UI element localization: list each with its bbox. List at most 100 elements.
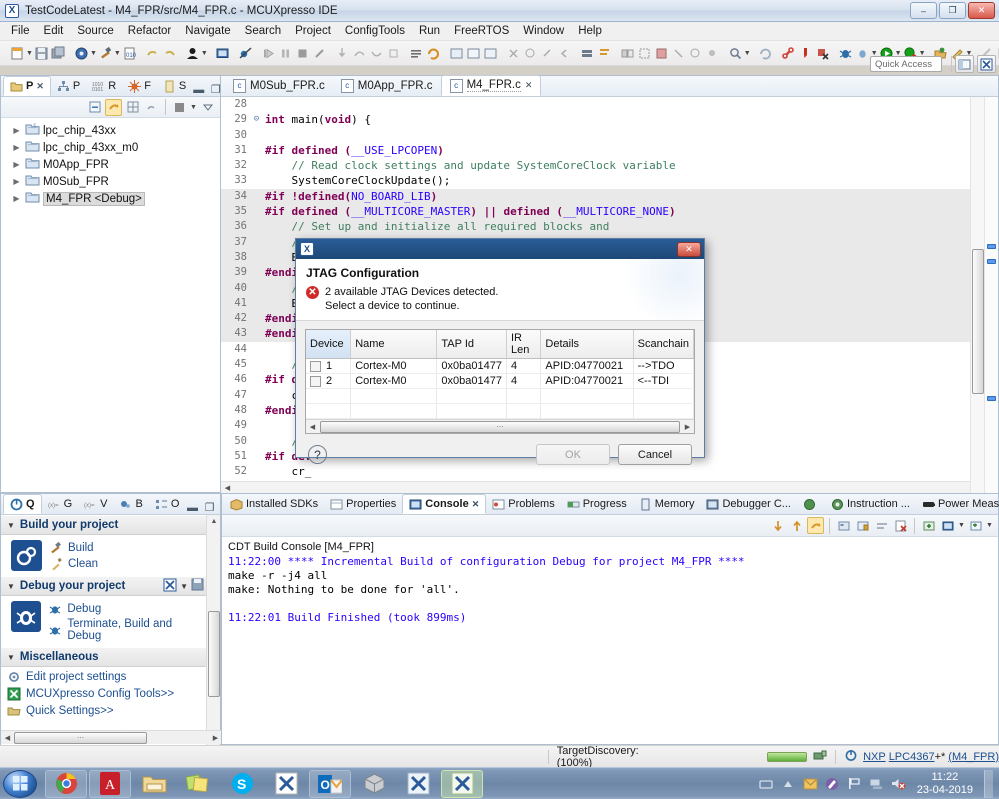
open-perspective-button[interactable] bbox=[955, 55, 974, 73]
code-line[interactable]: 31 #if defined (__USE_LPCOPEN) bbox=[221, 143, 998, 158]
clear-console-icon[interactable] bbox=[835, 517, 852, 534]
row-checkbox[interactable] bbox=[310, 360, 321, 372]
cell-device[interactable]: 2 bbox=[306, 373, 352, 389]
menu-refactor[interactable]: Refactor bbox=[121, 23, 178, 39]
chevron-right-icon[interactable]: ▶ bbox=[11, 143, 22, 152]
taskbar-mcuxpresso-window-icon[interactable] bbox=[397, 770, 439, 798]
tray-network-icon[interactable] bbox=[869, 776, 884, 791]
scroll-left-icon[interactable]: ◀ bbox=[306, 421, 319, 433]
scroll-down-arrow-icon[interactable] bbox=[769, 517, 786, 534]
power-icon[interactable] bbox=[844, 748, 858, 765]
menu-configtools[interactable]: ConfigTools bbox=[338, 23, 412, 39]
scrollbar-thumb[interactable] bbox=[972, 249, 984, 394]
build-status-icon[interactable] bbox=[813, 749, 827, 765]
quickstart-link-quick-settings[interactable]: Quick Settings>> bbox=[7, 704, 206, 718]
quickstart-link-clean[interactable]: Clean bbox=[49, 557, 98, 571]
quickstart-link-terminate-build-debug[interactable]: Terminate, Build and Debug bbox=[48, 618, 206, 642]
taskbar-3d-viewer-icon[interactable] bbox=[353, 770, 395, 798]
tab-memory[interactable]: Memory bbox=[633, 494, 701, 514]
menu-run[interactable]: Run bbox=[412, 23, 447, 39]
code-line[interactable]: 32 // Read clock settings and update Sys… bbox=[221, 158, 998, 173]
table-horizontal-scrollbar[interactable]: ◀ ⋯ ▶ bbox=[306, 419, 694, 433]
close-icon[interactable]: ✕ bbox=[472, 499, 480, 510]
taskbar-outlook-icon[interactable]: O bbox=[309, 769, 351, 798]
tab-debugger-console[interactable]: Debugger C... bbox=[700, 494, 796, 514]
chevron-down-icon[interactable]: ▼ bbox=[7, 653, 15, 662]
code-line[interactable]: 29 ⊝ int main(void) { bbox=[221, 112, 998, 127]
annotation-marker[interactable] bbox=[987, 259, 996, 264]
menu-source[interactable]: Source bbox=[70, 23, 120, 39]
minimize-button[interactable]: – bbox=[910, 2, 937, 19]
annotation-marker[interactable] bbox=[987, 244, 996, 249]
close-icon[interactable]: ✕ bbox=[525, 80, 533, 91]
column-header-tap-id[interactable]: TAP Id bbox=[436, 330, 507, 359]
tree-item-m0sub-fpr[interactable]: ▶ M0Sub_FPR bbox=[3, 173, 220, 190]
editor-tab-m4-fpr-c[interactable]: c M4_FPR.c ✕ bbox=[440, 75, 542, 96]
menu-search[interactable]: Search bbox=[238, 23, 288, 39]
code-line[interactable]: 52 cr_ bbox=[221, 464, 998, 479]
tab-console[interactable]: Console ✕ bbox=[402, 494, 487, 514]
quickstart-vertical-scrollbar[interactable]: ▲ ▼ bbox=[206, 515, 220, 746]
quickstart-link-debug[interactable]: Debug bbox=[48, 602, 206, 616]
minimize-view-icon[interactable]: ▬ bbox=[192, 83, 205, 96]
view-menu-icon[interactable] bbox=[199, 99, 216, 116]
quickstart-section-header-debug[interactable]: ▼ Debug your project ▼ bbox=[1, 576, 206, 596]
tab-registers[interactable]: 1010 0101 R bbox=[86, 76, 122, 96]
save-launch-icon[interactable] bbox=[191, 578, 204, 594]
tree-item-m4-fpr[interactable]: ▶ M4_FPR <Debug> bbox=[3, 190, 220, 207]
show-desktop-button[interactable] bbox=[984, 769, 993, 798]
tab-power-measurement[interactable]: Power Meas... bbox=[916, 494, 999, 514]
minimize-view-icon[interactable]: ▬ bbox=[186, 501, 199, 514]
quickstart-link-config-tools[interactable]: MCUXpresso Config Tools>> bbox=[7, 687, 206, 701]
tray-flag-icon[interactable] bbox=[847, 776, 862, 791]
quick-access-input[interactable]: Quick Access bbox=[870, 56, 942, 72]
chevron-down-icon[interactable]: ▼ bbox=[180, 582, 188, 591]
code-line[interactable]: 35 #if defined (__MULTICORE_MASTER) || de… bbox=[221, 204, 998, 220]
column-header-scanchain[interactable]: Scanchain bbox=[633, 330, 695, 359]
column-header-device[interactable]: Device bbox=[306, 330, 352, 359]
tab-outline[interactable]: O bbox=[149, 494, 186, 514]
taskbar-sticky-notes-icon[interactable] bbox=[177, 770, 219, 798]
tab-symbol-viewer[interactable]: S bbox=[157, 76, 192, 96]
taskbar-clock[interactable]: 11:22 23-04-2019 bbox=[917, 771, 973, 797]
close-icon[interactable]: ✕ bbox=[36, 81, 44, 92]
taskbar-chrome-icon[interactable] bbox=[45, 769, 87, 798]
column-header-ir-len[interactable]: IR Len bbox=[506, 330, 542, 359]
chevron-down-icon[interactable]: ▼ bbox=[7, 521, 15, 530]
pin-console-icon[interactable] bbox=[854, 517, 871, 534]
status-project-label[interactable]: (M4_FPR) bbox=[948, 751, 999, 763]
scroll-right-icon[interactable]: ▶ bbox=[681, 421, 694, 433]
new-console-dropdown-icon[interactable]: ▼ bbox=[986, 517, 993, 535]
editor-overview-ruler[interactable] bbox=[984, 97, 998, 494]
quickstart-section-header-misc[interactable]: ▼ Miscellaneous bbox=[1, 647, 206, 667]
menu-project[interactable]: Project bbox=[288, 23, 338, 39]
editor-tab-m0sub-fpr-c[interactable]: c M0Sub_FPR.c bbox=[225, 75, 333, 96]
scrollbar-thumb[interactable] bbox=[208, 611, 220, 697]
tray-mail-icon[interactable] bbox=[803, 776, 818, 791]
quickstart-link-edit-project-settings[interactable]: Edit project settings bbox=[7, 670, 206, 684]
help-button[interactable]: ? bbox=[308, 445, 327, 464]
status-nxp-label[interactable]: NXP bbox=[863, 751, 886, 763]
tray-volume-muted-icon[interactable] bbox=[891, 776, 906, 791]
scroll-up-arrow-icon[interactable] bbox=[788, 517, 805, 534]
row-checkbox[interactable] bbox=[310, 375, 321, 387]
tree-item-m0app-fpr[interactable]: ▶ M0App_FPR bbox=[3, 156, 220, 173]
working-set-icon[interactable] bbox=[171, 99, 188, 116]
tab-properties[interactable]: Properties bbox=[324, 494, 402, 514]
quickstart-section-header-build[interactable]: ▼ Build your project bbox=[1, 515, 206, 535]
view-menu-grid-icon[interactable] bbox=[124, 99, 141, 116]
menu-file[interactable]: File bbox=[4, 23, 37, 39]
working-set-dropdown-icon[interactable]: ▼ bbox=[190, 98, 197, 116]
scroll-left-icon[interactable]: ◀ bbox=[1, 732, 14, 744]
new-console-view-icon[interactable] bbox=[967, 517, 984, 534]
mcuxpresso-config-icon[interactable] bbox=[163, 578, 177, 595]
tray-show-hidden-icon[interactable] bbox=[781, 776, 796, 791]
tray-nvidia-icon[interactable] bbox=[825, 776, 840, 791]
maximize-button[interactable]: ❐ bbox=[939, 2, 966, 19]
editor-vertical-scrollbar[interactable] bbox=[970, 97, 984, 494]
display-selected-console-icon[interactable] bbox=[939, 517, 956, 534]
code-line[interactable]: 36 // Set up and initialize all required… bbox=[221, 219, 998, 235]
tab-problems[interactable]: Problems bbox=[486, 494, 560, 514]
fold-marker-icon[interactable]: ⊝ bbox=[251, 112, 262, 127]
menu-navigate[interactable]: Navigate bbox=[178, 23, 237, 39]
